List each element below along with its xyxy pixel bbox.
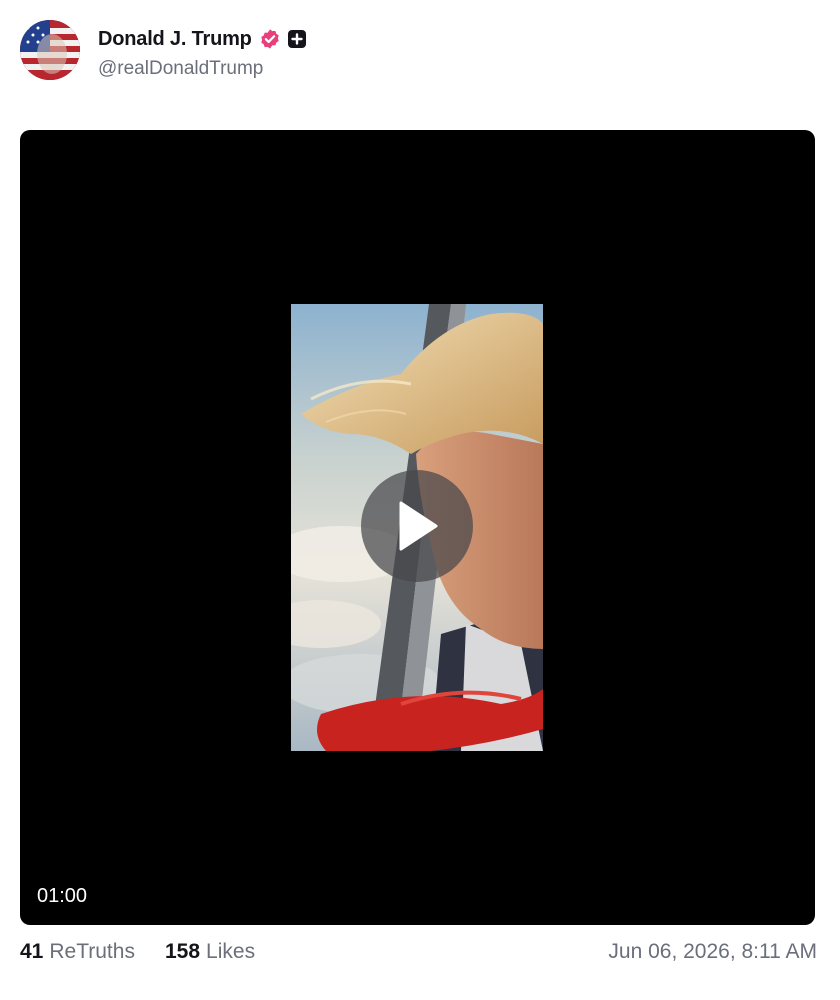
post-stats: 41 ReTruths 158 Likes Jun 06, 2026, 8:11… <box>20 940 817 970</box>
author-display-name[interactable]: Donald J. Trump <box>98 28 252 51</box>
retruths-label: ReTruths <box>49 940 135 963</box>
play-icon <box>399 501 438 551</box>
likes-label: Likes <box>206 940 256 963</box>
author-name-row: Donald J. Trump <box>98 26 307 52</box>
post-header: Donald J. Trump @realDonaldTrump <box>20 20 820 82</box>
play-button[interactable] <box>361 470 473 582</box>
verified-badge-icon <box>259 28 281 50</box>
likes-count: 158 <box>165 940 201 963</box>
video-player[interactable]: 01:00 <box>20 130 815 925</box>
avatar[interactable] <box>20 20 80 80</box>
post-timestamp[interactable]: Jun 06, 2026, 8:11 AM <box>608 940 817 964</box>
author-handle[interactable]: @realDonaldTrump <box>98 58 263 80</box>
retruths-stat[interactable]: 41 ReTruths <box>20 940 135 964</box>
plus-badge-icon <box>287 29 307 49</box>
retruths-count: 41 <box>20 940 44 963</box>
video-duration: 01:00 <box>37 885 88 907</box>
likes-stat[interactable]: 158 Likes <box>165 940 255 964</box>
